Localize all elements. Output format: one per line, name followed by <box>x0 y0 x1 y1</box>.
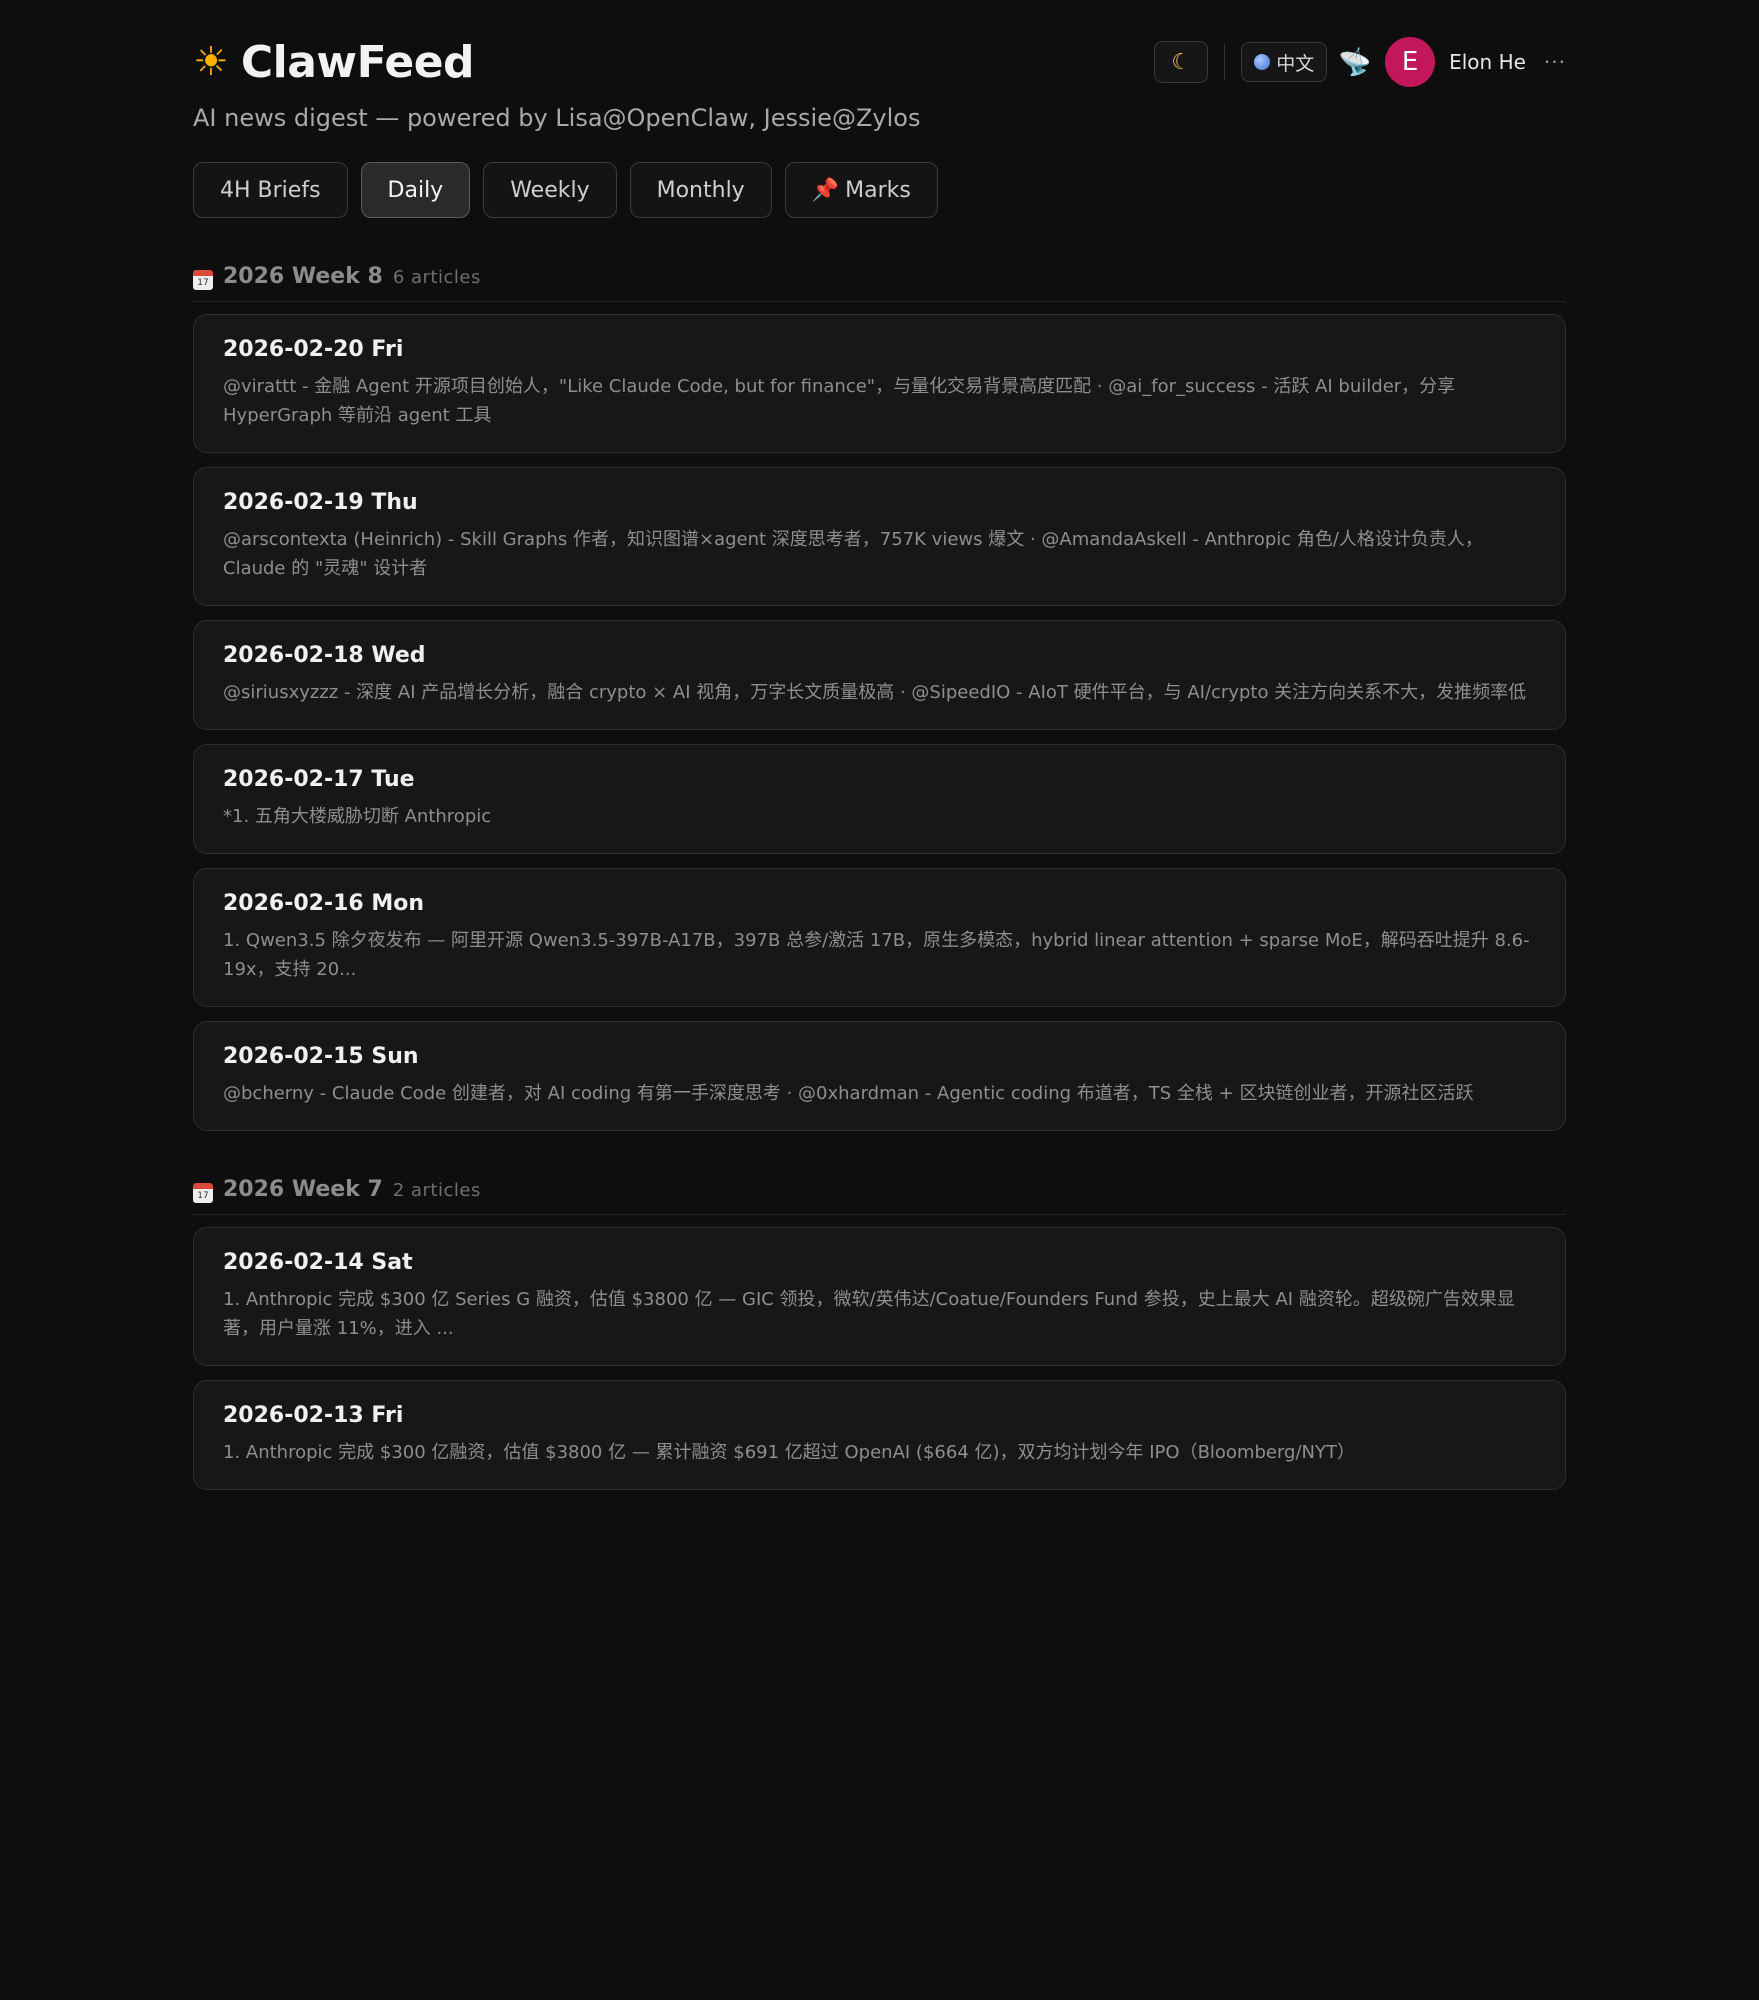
digest-summary: 1. Qwen3.5 除夕夜发布 — 阿里开源 Qwen3.5-397B-A17… <box>223 930 1530 980</box>
pin-icon: 📌 <box>811 177 840 203</box>
digest-date: 2026-02-13 Fri <box>223 1403 404 1428</box>
digest-summary: 1. Anthropic 完成 $300 亿 Series G 融资，估值 $3… <box>223 1289 1515 1339</box>
week-header: 17 2026 Week 8 6 articles <box>193 264 1566 302</box>
digest-date: 2026-02-18 Wed <box>223 643 426 668</box>
digest-card[interactable]: 2026-02-14 Sat 1. Anthropic 完成 $300 亿 Se… <box>193 1227 1566 1366</box>
divider <box>1224 44 1226 80</box>
digest-card[interactable]: 2026-02-15 Sun @bcherny - Claude Code 创建… <box>193 1021 1566 1131</box>
digest-date: 2026-02-19 Thu <box>223 490 418 515</box>
digest-date: 2026-02-17 Tue <box>223 767 415 792</box>
digest-date: 2026-02-20 Fri <box>223 337 404 362</box>
digest-summary: 1. Anthropic 完成 $300 亿融资，估值 $3800 亿 — 累计… <box>223 1442 1356 1463</box>
digest-card[interactable]: 2026-02-18 Wed @siriusxyzzz - 深度 AI 产品增长… <box>193 620 1566 730</box>
app-title: ClawFeed <box>240 36 475 88</box>
week-section: 17 2026 Week 8 6 articles 2026-02-20 Fri… <box>193 264 1566 1131</box>
digest-summary: @bcherny - Claude Code 创建者，对 AI coding 有… <box>223 1083 1474 1104</box>
digest-summary: @arscontexta (Heinrich) - Skill Graphs 作… <box>223 529 1483 579</box>
digest-card[interactable]: 2026-02-13 Fri 1. Anthropic 完成 $300 亿融资，… <box>193 1380 1566 1490</box>
tab-label: Marks <box>845 177 911 203</box>
digest-card[interactable]: 2026-02-17 Tue *1. 五角大楼威胁切断 Anthropic <box>193 744 1566 854</box>
sun-icon: ☀ <box>193 39 229 85</box>
tab-daily[interactable]: Daily <box>360 162 471 218</box>
week-title: 2026 Week 7 <box>223 1177 383 1202</box>
subtitle: AI news digest — powered by Lisa@OpenCla… <box>193 104 921 132</box>
avatar-letter: E <box>1401 47 1419 77</box>
calendar-icon: 17 <box>193 270 213 290</box>
digest-summary: *1. 五角大楼威胁切断 Anthropic <box>223 806 492 827</box>
page: ☀ ClawFeed ☾ 中文 📡 E Elon He ··· AI news … <box>193 0 1566 1490</box>
digest-date: 2026-02-16 Mon <box>223 891 425 916</box>
avatar[interactable]: E <box>1385 37 1436 87</box>
week-header: 17 2026 Week 7 2 articles <box>193 1177 1566 1215</box>
week-article-count: 2 articles <box>392 1180 481 1201</box>
header-actions: ☾ 中文 📡 E Elon He ··· <box>1154 37 1566 87</box>
digest-date: 2026-02-14 Sat <box>223 1250 413 1275</box>
week-section: 17 2026 Week 7 2 articles 2026-02-14 Sat… <box>193 1177 1566 1490</box>
tab-label: 4H Briefs <box>220 177 321 203</box>
globe-icon <box>1254 54 1271 70</box>
satellite-icon[interactable]: 📡 <box>1337 44 1375 81</box>
tab-weekly[interactable]: Weekly <box>483 162 617 218</box>
digest-card[interactable]: 2026-02-16 Mon 1. Qwen3.5 除夕夜发布 — 阿里开源 Q… <box>193 868 1566 1007</box>
username[interactable]: Elon He <box>1449 50 1526 74</box>
language-label: 中文 <box>1276 52 1315 75</box>
tab-4h-briefs[interactable]: 4H Briefs <box>193 162 348 218</box>
tab-label: Monthly <box>656 177 745 203</box>
tab-marks[interactable]: 📌 Marks <box>784 162 938 218</box>
tab-bar: 4H Briefs Daily Weekly Monthly 📌 Marks <box>193 162 1566 218</box>
moon-icon: ☾ <box>1171 49 1192 75</box>
digest-date: 2026-02-15 Sun <box>223 1044 419 1069</box>
brand[interactable]: ☀ ClawFeed <box>193 36 475 88</box>
week-article-count: 6 articles <box>392 267 481 288</box>
more-menu-icon[interactable]: ··· <box>1544 50 1566 74</box>
tab-label: Daily <box>387 177 444 203</box>
calendar-icon: 17 <box>193 1183 213 1203</box>
top-bar: ☀ ClawFeed ☾ 中文 📡 E Elon He ··· <box>193 36 1566 88</box>
digest-card[interactable]: 2026-02-19 Thu @arscontexta (Heinrich) -… <box>193 467 1566 606</box>
theme-toggle-button[interactable]: ☾ <box>1154 41 1209 83</box>
digest-summary: @siriusxyzzz - 深度 AI 产品增长分析，融合 crypto × … <box>223 682 1527 703</box>
digest-card[interactable]: 2026-02-20 Fri @virattt - 金融 Agent 开源项目创… <box>193 314 1566 453</box>
digest-summary: @virattt - 金融 Agent 开源项目创始人，"Like Claude… <box>223 376 1456 426</box>
tab-monthly[interactable]: Monthly <box>629 162 772 218</box>
tab-label: Weekly <box>510 177 590 203</box>
language-button[interactable]: 中文 <box>1241 42 1328 82</box>
week-title: 2026 Week 8 <box>223 264 383 289</box>
